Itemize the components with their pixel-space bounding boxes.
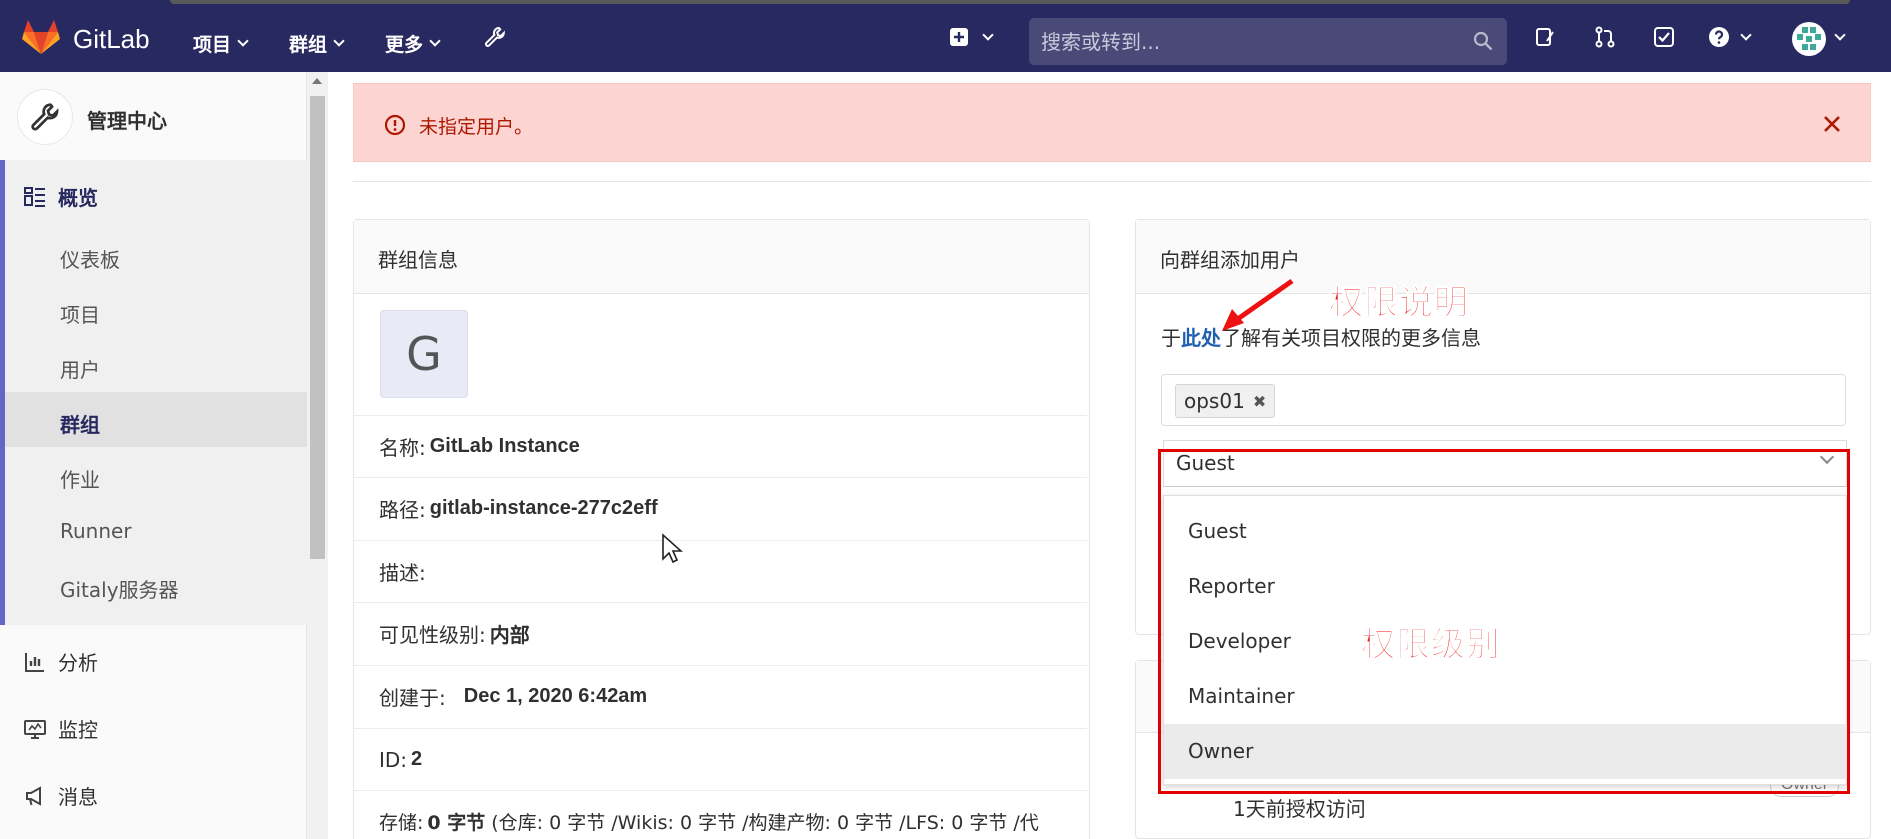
sidebar-header[interactable]: 管理中心 [0, 72, 307, 160]
storage-label: 存储: [379, 812, 424, 834]
name-label: 名称: [379, 436, 426, 460]
error-alert: 未指定用户。 [353, 83, 1871, 162]
group-storage-detail: (仓库: 0 字节 /Wikis: 0 字节 /构建产物: 0 字节 /LFS:… [491, 812, 1039, 834]
search-icon[interactable] [1473, 31, 1493, 51]
mouse-cursor-icon [662, 533, 683, 564]
selected-user-token[interactable]: ops01 ✖ [1175, 384, 1276, 418]
group-description-row: 描述: [354, 540, 1087, 602]
sidebar-item-gitaly[interactable]: Gitaly服务器 [60, 574, 179, 603]
help-icon[interactable] [1708, 26, 1730, 48]
sidebar-item-users[interactable]: 用户 [60, 354, 100, 383]
sidebar-item-monitoring[interactable]: 监控 [24, 714, 98, 743]
group-path-row: 路径: gitlab-instance-277c2eff [354, 477, 1087, 539]
sidebar-item-jobs[interactable]: 作业 [60, 464, 100, 493]
chevron-down-icon [429, 35, 441, 47]
scroll-up-arrow-icon[interactable] [312, 78, 322, 84]
chevron-down-icon [333, 35, 345, 47]
todos-icon[interactable] [1653, 26, 1675, 48]
chart-icon [25, 652, 44, 672]
nav-groups-label: 群组 [289, 35, 328, 56]
group-info-card: 群组信息 G 名称: GitLab Instance 路径: gitlab-inst… [353, 219, 1090, 839]
group-storage-row: 存储: 0 字节 (仓库: 0 字节 /Wikis: 0 字节 /构建产物: 0 字… [354, 790, 1087, 839]
help-prefix: 于 [1161, 326, 1181, 350]
group-visibility-row: 可见性级别: 内部 [354, 602, 1087, 664]
search-box[interactable] [1029, 18, 1507, 65]
chevron-down-icon[interactable] [982, 29, 994, 41]
monitor-icon [24, 719, 46, 739]
sidebar-item-messages-label: 消息 [58, 785, 98, 809]
sidebar-item-groups[interactable]: 群组 [60, 409, 100, 438]
path-label: 路径: [379, 498, 426, 522]
permissions-help-link[interactable]: 此处 [1181, 326, 1221, 350]
close-icon[interactable] [1822, 114, 1842, 134]
group-name-row: 名称: GitLab Instance [354, 415, 1087, 477]
chevron-down-icon[interactable] [1740, 29, 1752, 41]
user-avatar[interactable] [1792, 22, 1826, 56]
annotation-permission-level: 权限级别 [1361, 625, 1501, 666]
user-select-input[interactable]: ops01 ✖ [1161, 374, 1846, 426]
merge-requests-icon[interactable] [1594, 26, 1616, 48]
member-access-time: 1天前授权访问 [1233, 797, 1366, 821]
brand-name[interactable]: GitLab [73, 24, 150, 55]
description-label: 描述: [379, 561, 426, 585]
group-id-row: ID: 2 [354, 728, 1087, 790]
group-created-date: Dec 1, 2020 6:42am [463, 685, 648, 707]
group-storage: 0 字节 [427, 812, 486, 834]
nav-projects[interactable]: 项目 [193, 30, 249, 57]
error-circle-icon [384, 114, 406, 136]
sidebar-item-dashboard[interactable]: 仪表板 [60, 244, 120, 273]
sidebar-title: 管理中心 [87, 109, 167, 133]
top-navbar: GitLab 项目 群组 更多 [0, 0, 1891, 72]
annotation-permission-note: 权限说明 [1329, 283, 1469, 324]
sidebar-item-monitoring-label: 监控 [58, 718, 98, 742]
admin-avatar [17, 89, 73, 145]
group-path: gitlab-instance-277c2eff [429, 497, 658, 519]
sidebar-item-analytics-label: 分析 [58, 651, 98, 675]
scrollbar-thumb[interactable] [310, 96, 325, 559]
created-label: 创建于: [379, 686, 446, 710]
new-item-plus-icon[interactable] [948, 26, 970, 48]
dashboard-grid-icon [24, 186, 45, 207]
alert-message: 未指定用户。 [419, 116, 534, 138]
sidebar-item-runner[interactable]: Runner [60, 519, 132, 543]
id-label: ID: [379, 747, 408, 772]
divider [353, 181, 1871, 182]
annotation-arrow-icon [1222, 278, 1294, 331]
nav-more-label: 更多 [385, 35, 424, 56]
sidebar-item-messages[interactable]: 消息 [24, 781, 98, 810]
annotation-highlight-box [1158, 449, 1850, 794]
token-label: ops01 [1184, 389, 1245, 413]
megaphone-icon [26, 785, 41, 806]
group-visibility: 内部 [489, 623, 530, 647]
remove-token-icon[interactable]: ✖ [1253, 392, 1266, 411]
browser-strip [170, 0, 1850, 4]
sidebar-item-projects[interactable]: 项目 [60, 299, 100, 328]
group-name: GitLab Instance [429, 435, 580, 457]
sidebar-item-analytics[interactable]: 分析 [24, 647, 98, 676]
sidebar-scrollbar[interactable] [307, 72, 328, 839]
wrench-icon[interactable] [484, 26, 506, 48]
visibility-label: 可见性级别: [379, 623, 486, 647]
gitlab-logo-icon[interactable] [22, 19, 60, 55]
issues-icon[interactable] [1534, 26, 1556, 48]
nav-projects-label: 项目 [193, 35, 232, 56]
permissions-help-text: 于此处了解有关项目权限的更多信息 [1161, 322, 1481, 351]
sidebar-item-overview-label: 概览 [58, 186, 98, 210]
chevron-down-icon [237, 35, 249, 47]
search-input[interactable] [1041, 18, 1451, 65]
sidebar: 管理中心 概览 仪表板 项目 用户 群组 作业 Runner Gitaly服务器… [0, 72, 307, 839]
nav-more[interactable]: 更多 [385, 30, 441, 57]
wrench-icon [31, 103, 59, 131]
sidebar-item-overview[interactable]: 概览 [24, 182, 98, 211]
group-avatar: G [380, 310, 468, 398]
group-id: 2 [411, 748, 423, 770]
group-info-title: 群组信息 [354, 220, 1089, 294]
group-created-row: 创建于: Dec 1, 2020 6:42am [354, 665, 1087, 727]
sidebar-highlight [5, 392, 307, 447]
chevron-down-icon[interactable] [1834, 29, 1846, 41]
nav-groups[interactable]: 群组 [289, 30, 345, 57]
